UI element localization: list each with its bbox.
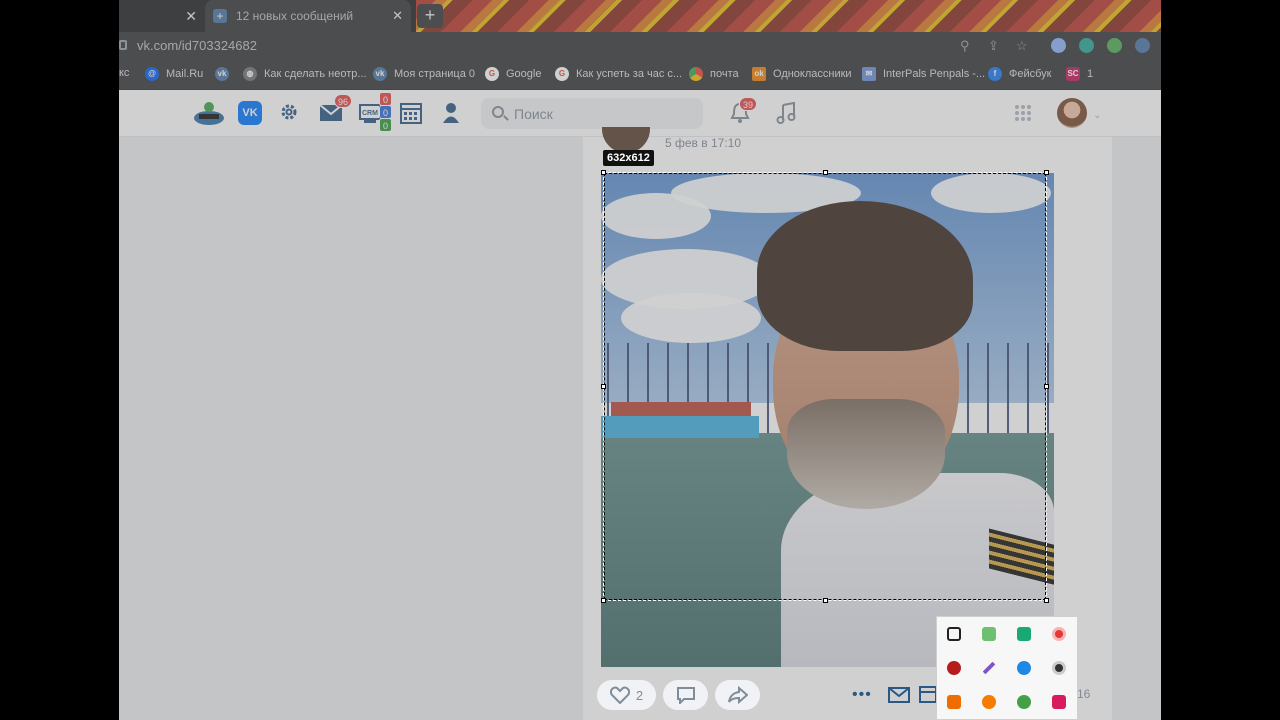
theme-pattern bbox=[416, 0, 1161, 32]
bookmark-item[interactable]: ✉ InterPals Penpals -... bbox=[862, 67, 985, 81]
search-icon bbox=[492, 106, 504, 118]
app-icon[interactable] bbox=[947, 695, 961, 709]
views-count: 16 bbox=[1077, 687, 1091, 701]
schedule-icon[interactable] bbox=[919, 685, 937, 708]
opera-icon[interactable] bbox=[1052, 627, 1066, 641]
extension-icon[interactable] bbox=[1079, 38, 1094, 53]
mailru-icon: @ bbox=[145, 67, 159, 81]
app-icon[interactable] bbox=[982, 695, 996, 709]
bookmark-item[interactable]: ◍ Как сделать неотр... bbox=[243, 67, 367, 81]
checkmark-icon[interactable] bbox=[1017, 695, 1031, 709]
bookmark-item[interactable]: ok Одноклассники bbox=[752, 67, 852, 81]
tab-vk-messages[interactable]: + 12 новых сообщений ✕ bbox=[205, 0, 411, 32]
resize-handle[interactable] bbox=[1044, 384, 1049, 389]
send-mail-icon[interactable] bbox=[888, 687, 910, 708]
comment-icon bbox=[676, 687, 695, 704]
more-dots-icon[interactable]: ••• bbox=[852, 686, 872, 704]
like-button[interactable]: 2 bbox=[597, 680, 656, 710]
resize-handle[interactable] bbox=[823, 170, 828, 175]
bookmark-item[interactable]: vk Моя страница 0 bbox=[373, 67, 475, 81]
apps-grid-icon[interactable] bbox=[1014, 104, 1032, 127]
pen-icon[interactable] bbox=[982, 661, 996, 675]
heart-icon bbox=[609, 686, 630, 704]
settings-gear-icon[interactable] bbox=[279, 102, 299, 127]
post-date[interactable]: 5 фев в 17:10 bbox=[665, 136, 741, 150]
browser-window: ✕ + 12 новых сообщений ✕ + vk.com/id7033… bbox=[119, 0, 1161, 720]
app-icon[interactable] bbox=[947, 661, 961, 675]
notifications-badge: 39 bbox=[739, 97, 758, 111]
bookmark-star-icon[interactable]: ☆ bbox=[1016, 38, 1028, 54]
zoom-icon[interactable]: ⚲ bbox=[960, 38, 970, 54]
custom-logo-icon[interactable] bbox=[193, 100, 225, 126]
resize-handle[interactable] bbox=[1044, 598, 1049, 603]
selection-dimensions-label: 632x612 bbox=[603, 150, 654, 166]
app-icon[interactable] bbox=[1017, 627, 1031, 641]
resize-handle[interactable] bbox=[601, 598, 606, 603]
bookmarks-bar: кс @ Mail.Ru vk ◍ Как сделать неотр... vk М… bbox=[119, 60, 1161, 90]
messages-badge: 96 bbox=[334, 94, 353, 108]
avatar[interactable] bbox=[1057, 98, 1087, 128]
interpals-icon: ✉ bbox=[862, 67, 876, 81]
bookmark-item[interactable]: @ Mail.Ru bbox=[145, 67, 203, 81]
url-field[interactable]: vk.com/id703324682 bbox=[137, 38, 257, 53]
profile-user-icon[interactable] bbox=[442, 102, 460, 129]
crm-icon[interactable]: CRM bbox=[359, 102, 381, 129]
sc-icon: SC bbox=[1066, 67, 1080, 81]
vk-favicon-icon: + bbox=[213, 9, 227, 23]
app-icon[interactable] bbox=[1017, 661, 1031, 675]
bookmark-item[interactable]: vk bbox=[215, 67, 236, 81]
bookmark-item[interactable]: f Фейсбук bbox=[988, 67, 1052, 81]
extension-icon[interactable] bbox=[1135, 38, 1150, 53]
tab-title: 12 новых сообщений bbox=[236, 9, 354, 23]
bookmark-item[interactable]: G Как успеть за час с... bbox=[555, 67, 682, 81]
app-icon[interactable] bbox=[1052, 695, 1066, 709]
extension-icon[interactable] bbox=[1051, 38, 1066, 53]
resize-handle[interactable] bbox=[823, 598, 828, 603]
google-icon: G bbox=[555, 67, 569, 81]
search-placeholder: Поиск bbox=[514, 106, 553, 122]
crm-count-badge: 0 bbox=[379, 92, 393, 106]
share-icon[interactable]: ⇪ bbox=[988, 38, 999, 54]
bookmark-item[interactable]: G Google bbox=[485, 67, 541, 81]
close-tab-icon[interactable]: ✕ bbox=[392, 8, 403, 24]
google-icon: G bbox=[485, 67, 499, 81]
chevron-down-icon[interactable]: ⌄ bbox=[1093, 110, 1101, 121]
new-tab-button[interactable]: + bbox=[417, 4, 443, 28]
comment-button[interactable] bbox=[663, 680, 708, 710]
bookmark-item[interactable]: SC 1 bbox=[1066, 67, 1093, 81]
resize-handle[interactable] bbox=[601, 384, 606, 389]
lock-icon[interactable] bbox=[119, 40, 127, 50]
bookmark-item[interactable]: почта bbox=[689, 67, 739, 81]
vk-icon: vk bbox=[373, 67, 387, 81]
svg-text:CRM: CRM bbox=[362, 110, 378, 117]
globe-icon: ◍ bbox=[243, 67, 257, 81]
share-button[interactable] bbox=[715, 680, 760, 710]
vk-logo[interactable]: VK bbox=[238, 101, 262, 125]
ok-icon: ok bbox=[752, 67, 766, 81]
resize-handle[interactable] bbox=[1044, 170, 1049, 175]
share-arrow-icon bbox=[727, 686, 748, 704]
screenshot-selection-box[interactable] bbox=[601, 170, 1049, 603]
close-tab-icon[interactable]: ✕ bbox=[185, 8, 197, 25]
extension-icon[interactable] bbox=[1107, 38, 1122, 53]
crm-count-badge: 0 bbox=[379, 105, 393, 119]
calendar-icon[interactable] bbox=[400, 102, 422, 129]
system-tray-popup bbox=[936, 616, 1078, 720]
crm-count-badge: 0 bbox=[379, 118, 393, 132]
address-bar: vk.com/id703324682 ⚲ ⇪ ☆ bbox=[119, 32, 1161, 60]
shield-icon[interactable] bbox=[947, 627, 961, 641]
tab-strip: ✕ + 12 новых сообщений ✕ + bbox=[119, 0, 1161, 32]
bookmark-item[interactable]: кс bbox=[119, 67, 129, 79]
facebook-icon: f bbox=[988, 67, 1002, 81]
like-count: 2 bbox=[635, 687, 644, 703]
resize-handle[interactable] bbox=[601, 170, 606, 175]
vk-icon: vk bbox=[215, 67, 229, 81]
eye-icon[interactable] bbox=[1052, 661, 1066, 675]
search-input[interactable]: Поиск bbox=[481, 98, 703, 129]
music-note-icon[interactable] bbox=[776, 101, 796, 129]
tab-previous[interactable]: ✕ bbox=[119, 0, 203, 32]
chrome-icon bbox=[689, 67, 703, 81]
checkmark-icon[interactable] bbox=[982, 627, 996, 641]
